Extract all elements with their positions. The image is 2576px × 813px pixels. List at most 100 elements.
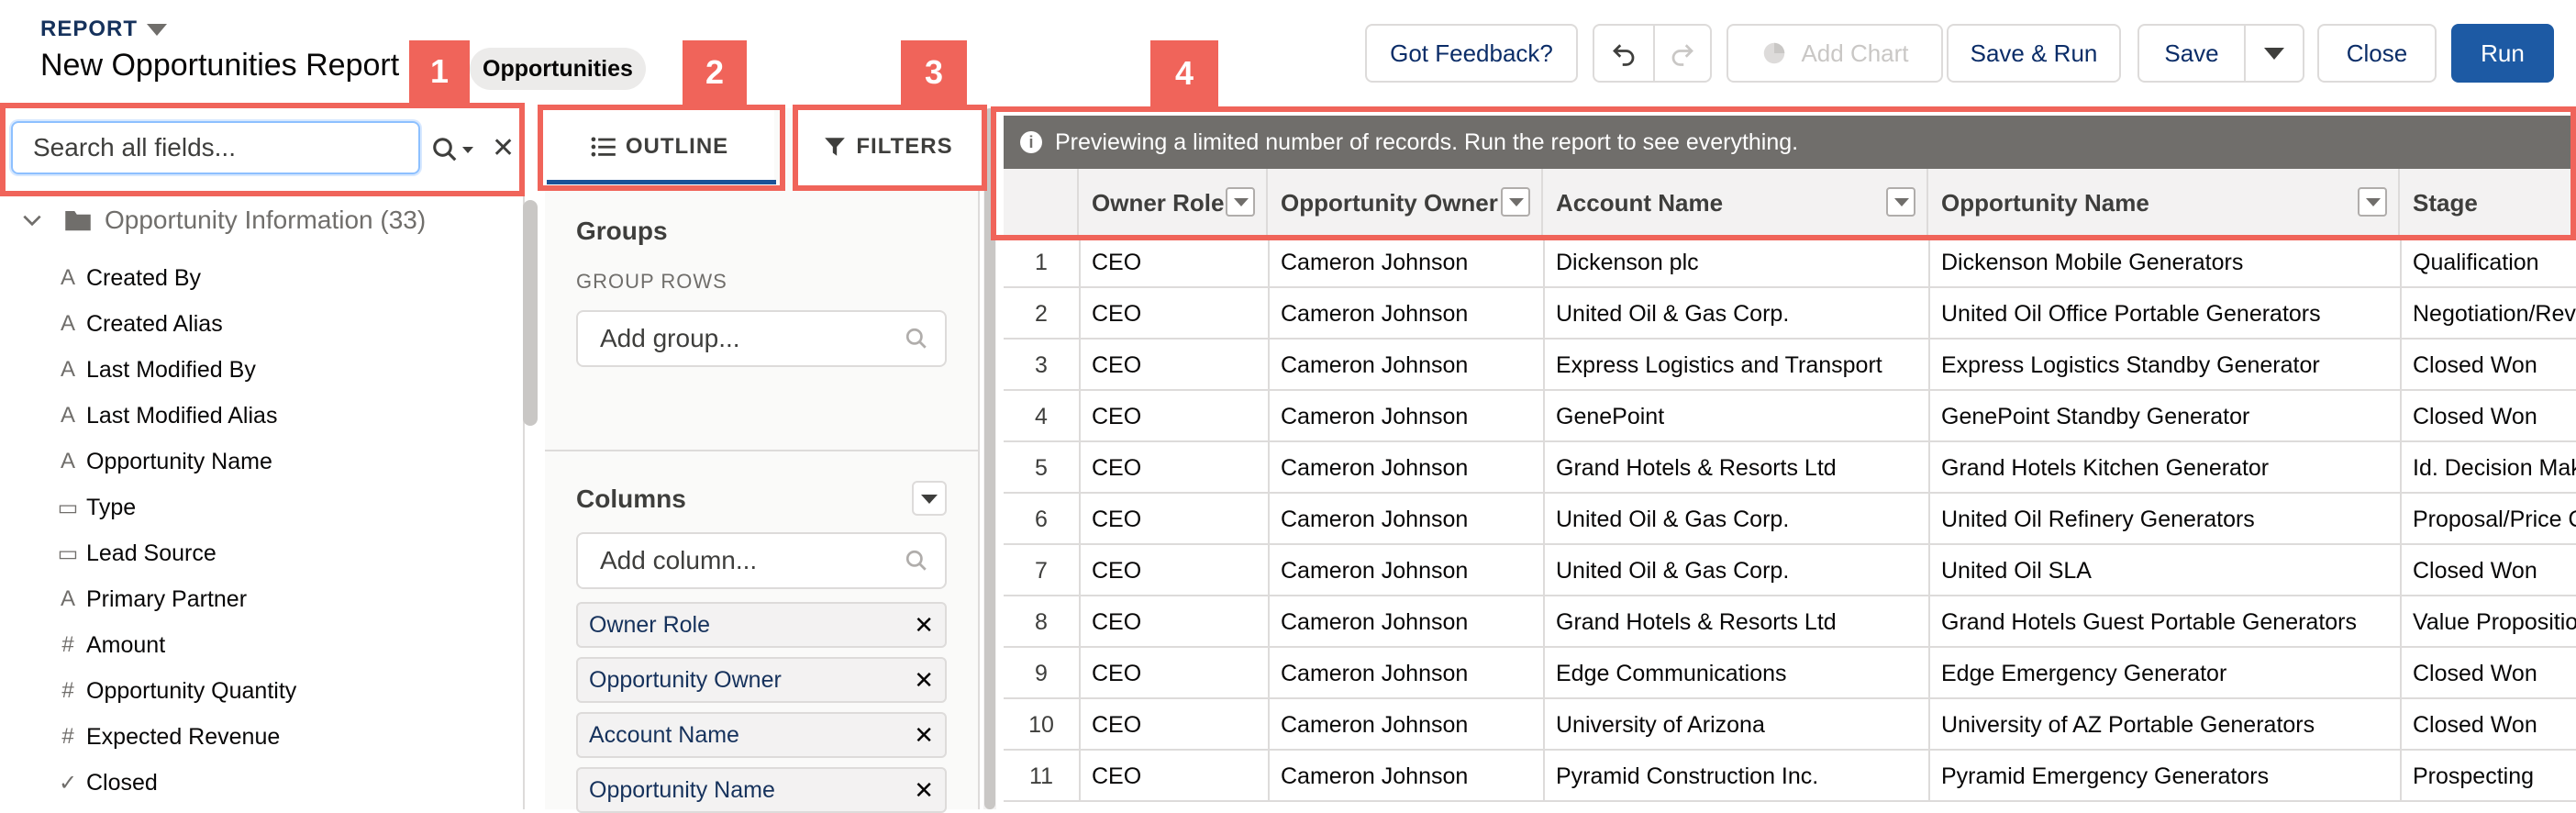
save-button[interactable]: Save bbox=[2137, 24, 2246, 83]
annotation-badge-4: 4 bbox=[1150, 40, 1218, 106]
column-divider bbox=[1543, 442, 1545, 494]
column-divider bbox=[1268, 751, 1270, 802]
row-number-cell: 4 bbox=[1035, 403, 1048, 429]
column-divider bbox=[2400, 391, 2402, 442]
table-cell: United Oil & Gas Corp. bbox=[1556, 300, 1790, 327]
field-label: Opportunity Name bbox=[86, 448, 272, 474]
column-chip-label: Account Name bbox=[589, 722, 739, 748]
columns-menu-button[interactable] bbox=[912, 481, 947, 516]
search-icon bbox=[905, 328, 927, 349]
field-item[interactable]: A Created Alias bbox=[53, 301, 223, 347]
field-item[interactable]: A Opportunity Name bbox=[53, 439, 272, 484]
column-divider bbox=[1928, 340, 1930, 391]
groups-title: Groups bbox=[576, 217, 668, 245]
field-item[interactable]: A Primary Partner bbox=[53, 576, 247, 622]
table-cell: CEO bbox=[1092, 249, 1142, 275]
table-cell: Dickenson plc bbox=[1556, 249, 1699, 275]
field-item[interactable]: ▭ Type bbox=[53, 484, 137, 530]
table-row: 2 CEO Cameron Johnson United Oil & Gas Corp… bbox=[1004, 288, 2576, 340]
field-label: Created Alias bbox=[86, 310, 223, 337]
checkbox-field-icon: ✓ bbox=[58, 770, 78, 796]
table-row: 9 CEO Cameron Johnson Edge Communications Ed… bbox=[1004, 648, 2576, 699]
add-chart-button[interactable]: Add Chart bbox=[1727, 24, 1943, 83]
text-field-icon: A bbox=[60, 265, 75, 290]
column-divider bbox=[2400, 442, 2402, 494]
report-type-menu[interactable]: REPORT bbox=[40, 17, 168, 42]
field-label: Primary Partner bbox=[86, 585, 248, 612]
close-button[interactable]: Close bbox=[2317, 24, 2437, 83]
remove-column-icon[interactable]: ✕ bbox=[914, 659, 934, 701]
column-divider bbox=[1079, 648, 1081, 699]
column-divider bbox=[1079, 751, 1081, 802]
remove-column-icon[interactable]: ✕ bbox=[914, 714, 934, 756]
field-item[interactable]: # Opportunity Quantity bbox=[53, 668, 296, 714]
column-divider bbox=[1268, 340, 1270, 391]
folder-opportunity-information[interactable]: Opportunity Information (33) bbox=[20, 206, 426, 235]
add-group-input[interactable]: Add group... bbox=[576, 310, 947, 367]
table-cell: Cameron Johnson bbox=[1281, 506, 1469, 532]
column-divider bbox=[1928, 648, 1930, 699]
field-item[interactable]: # Expected Revenue bbox=[53, 714, 280, 760]
highlight-box-2 bbox=[538, 105, 785, 191]
section-divider bbox=[545, 450, 980, 451]
report-header: REPORT New Opportunities Report Opportun… bbox=[0, 0, 2576, 108]
table-cell: CEO bbox=[1092, 763, 1142, 789]
column-chip[interactable]: Opportunity Owner ✕ bbox=[576, 657, 947, 703]
picklist-field-icon: ▭ bbox=[57, 495, 79, 520]
redo-button[interactable] bbox=[1653, 24, 1712, 83]
table-cell: Grand Hotels & Resorts Ltd bbox=[1556, 454, 1837, 481]
table-cell: Dickenson Mobile Generators bbox=[1941, 249, 2244, 275]
table-row: 8 CEO Cameron Johnson Grand Hotels & Resort… bbox=[1004, 596, 2576, 648]
column-divider bbox=[1543, 391, 1545, 442]
report-label: REPORT bbox=[40, 17, 139, 41]
column-divider bbox=[2400, 751, 2402, 802]
add-column-input[interactable]: Add column... bbox=[576, 532, 947, 589]
field-item[interactable]: A Last Modified By bbox=[53, 347, 256, 393]
table-cell: Cameron Johnson bbox=[1281, 608, 1469, 635]
column-chip[interactable]: Opportunity Name ✕ bbox=[576, 767, 947, 813]
add-chart-label: Add Chart bbox=[1801, 39, 1909, 67]
column-divider bbox=[2400, 596, 2402, 648]
remove-column-icon[interactable]: ✕ bbox=[914, 604, 934, 646]
table-cell: United Oil & Gas Corp. bbox=[1556, 506, 1790, 532]
run-button[interactable]: Run bbox=[2451, 24, 2554, 83]
table-cell: Pyramid Construction Inc. bbox=[1556, 763, 1819, 789]
fields-scrollbar[interactable] bbox=[523, 200, 538, 426]
chevron-down-icon bbox=[23, 215, 41, 227]
field-item[interactable]: A Created By bbox=[53, 255, 201, 301]
table-cell: United Oil & Gas Corp. bbox=[1556, 557, 1790, 584]
table-cell: Cameron Johnson bbox=[1281, 763, 1469, 789]
column-divider bbox=[1543, 699, 1545, 751]
field-label: Closed bbox=[86, 769, 158, 796]
table-cell: CEO bbox=[1092, 454, 1142, 481]
columns-title: Columns bbox=[576, 484, 686, 513]
table-cell: Closed Won bbox=[2413, 660, 2537, 686]
got-feedback-button[interactable]: Got Feedback? bbox=[1365, 24, 1578, 83]
field-item[interactable]: ▭ Lead Source bbox=[53, 530, 217, 576]
column-divider bbox=[1543, 648, 1545, 699]
row-number-cell: 3 bbox=[1035, 351, 1048, 378]
column-divider bbox=[1543, 288, 1545, 340]
search-icon bbox=[905, 550, 927, 571]
save-and-run-button[interactable]: Save & Run bbox=[1947, 24, 2121, 83]
column-divider bbox=[1268, 648, 1270, 699]
table-row: 5 CEO Cameron Johnson Grand Hotels & Resort… bbox=[1004, 442, 2576, 494]
undo-button[interactable] bbox=[1593, 24, 1655, 83]
remove-column-icon[interactable]: ✕ bbox=[914, 769, 934, 811]
column-divider bbox=[1079, 288, 1081, 340]
table-cell: Cameron Johnson bbox=[1281, 351, 1469, 378]
column-chip[interactable]: Owner Role ✕ bbox=[576, 602, 947, 648]
table-cell: CEO bbox=[1092, 300, 1142, 327]
column-divider bbox=[1928, 288, 1930, 340]
text-field-icon: A bbox=[60, 357, 75, 382]
table-cell: GenePoint bbox=[1556, 403, 1665, 429]
field-item[interactable]: A Last Modified Alias bbox=[53, 393, 277, 439]
row-number-cell: 11 bbox=[1029, 763, 1053, 789]
column-divider bbox=[1543, 494, 1545, 545]
field-item[interactable]: ✓ Closed bbox=[53, 760, 158, 806]
field-item[interactable]: # Amount bbox=[53, 622, 165, 668]
save-options-button[interactable] bbox=[2244, 24, 2304, 83]
field-label: Lead Source bbox=[86, 540, 217, 566]
column-chip[interactable]: Account Name ✕ bbox=[576, 712, 947, 758]
table-cell: CEO bbox=[1092, 660, 1142, 686]
